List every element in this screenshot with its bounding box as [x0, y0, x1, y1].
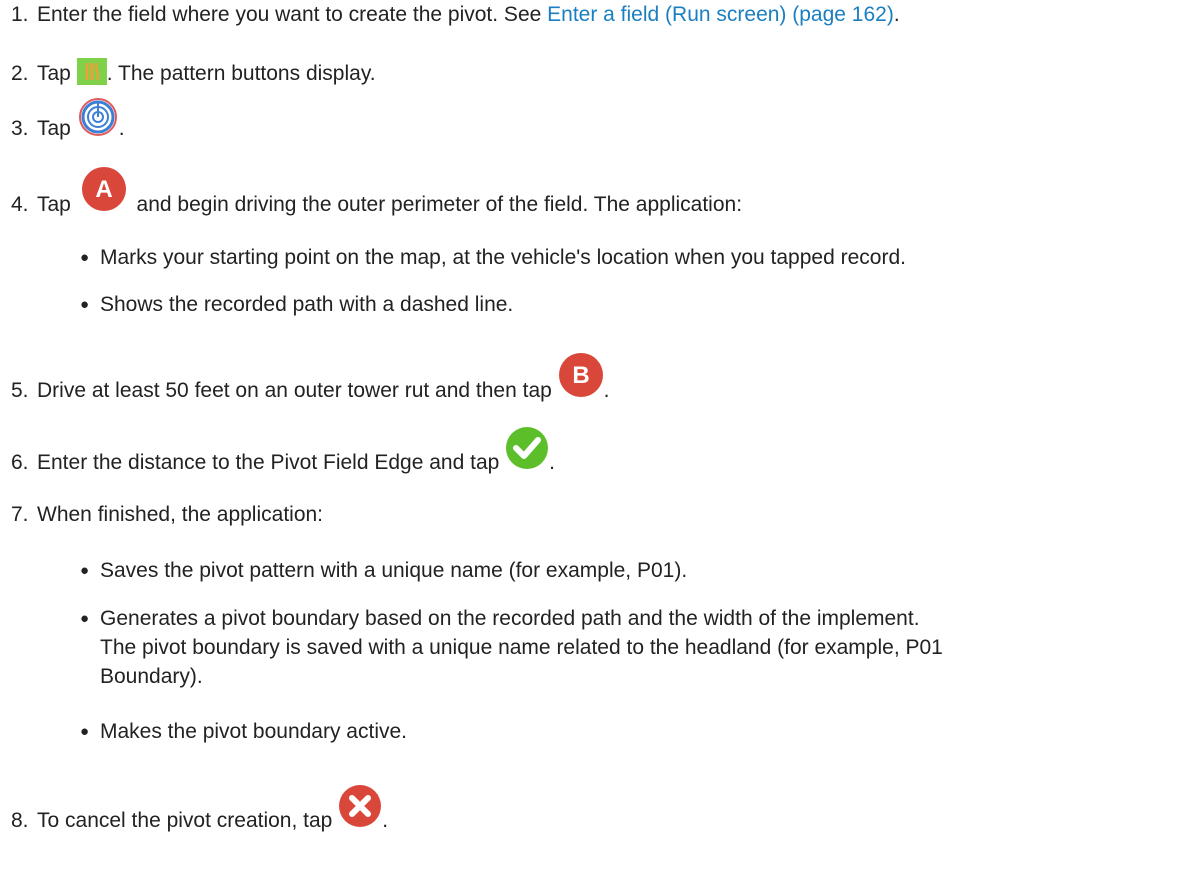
step-number: 8. [11, 809, 29, 832]
pivot-target-icon[interactable] [77, 96, 119, 138]
step-text: Drive at least 50 feet on an outer tower… [37, 379, 558, 402]
cancel-x-icon[interactable] [338, 784, 382, 828]
bullet-icon: ● [80, 723, 90, 740]
step-number: 5. [11, 379, 29, 402]
step-text: To cancel the pivot creation, tap [37, 809, 339, 832]
svg-text:A: A [95, 176, 112, 203]
step-number: 1. [11, 3, 29, 26]
step-text: Tap [37, 193, 77, 216]
record-b-icon[interactable]: B [558, 352, 604, 398]
svg-text:B: B [572, 362, 589, 389]
step-text: Tap [37, 62, 77, 85]
accept-check-icon[interactable] [505, 426, 549, 470]
step-number: 7. [11, 503, 29, 526]
bullet-icon: ● [80, 562, 90, 579]
run-screen-link[interactable]: Enter a field (Run screen) (page 162) [547, 3, 894, 26]
bullet-icon: ● [80, 249, 90, 266]
record-a-icon[interactable]: A [77, 166, 131, 212]
pattern-icon[interactable] [76, 57, 107, 85]
step-text: Enter the field where you want to create… [37, 3, 548, 26]
bullet-icon: ● [80, 610, 90, 627]
step-number: 6. [11, 451, 29, 474]
step-number: 4. [11, 193, 29, 216]
step-number: 2. [11, 62, 29, 85]
step-text: Enter the distance to the Pivot Field Ed… [37, 451, 506, 474]
step-text: Tap [37, 117, 77, 140]
bullet-icon: ● [80, 296, 90, 313]
step-text: When finished, the application: [37, 503, 324, 526]
step-number: 3. [11, 117, 29, 140]
